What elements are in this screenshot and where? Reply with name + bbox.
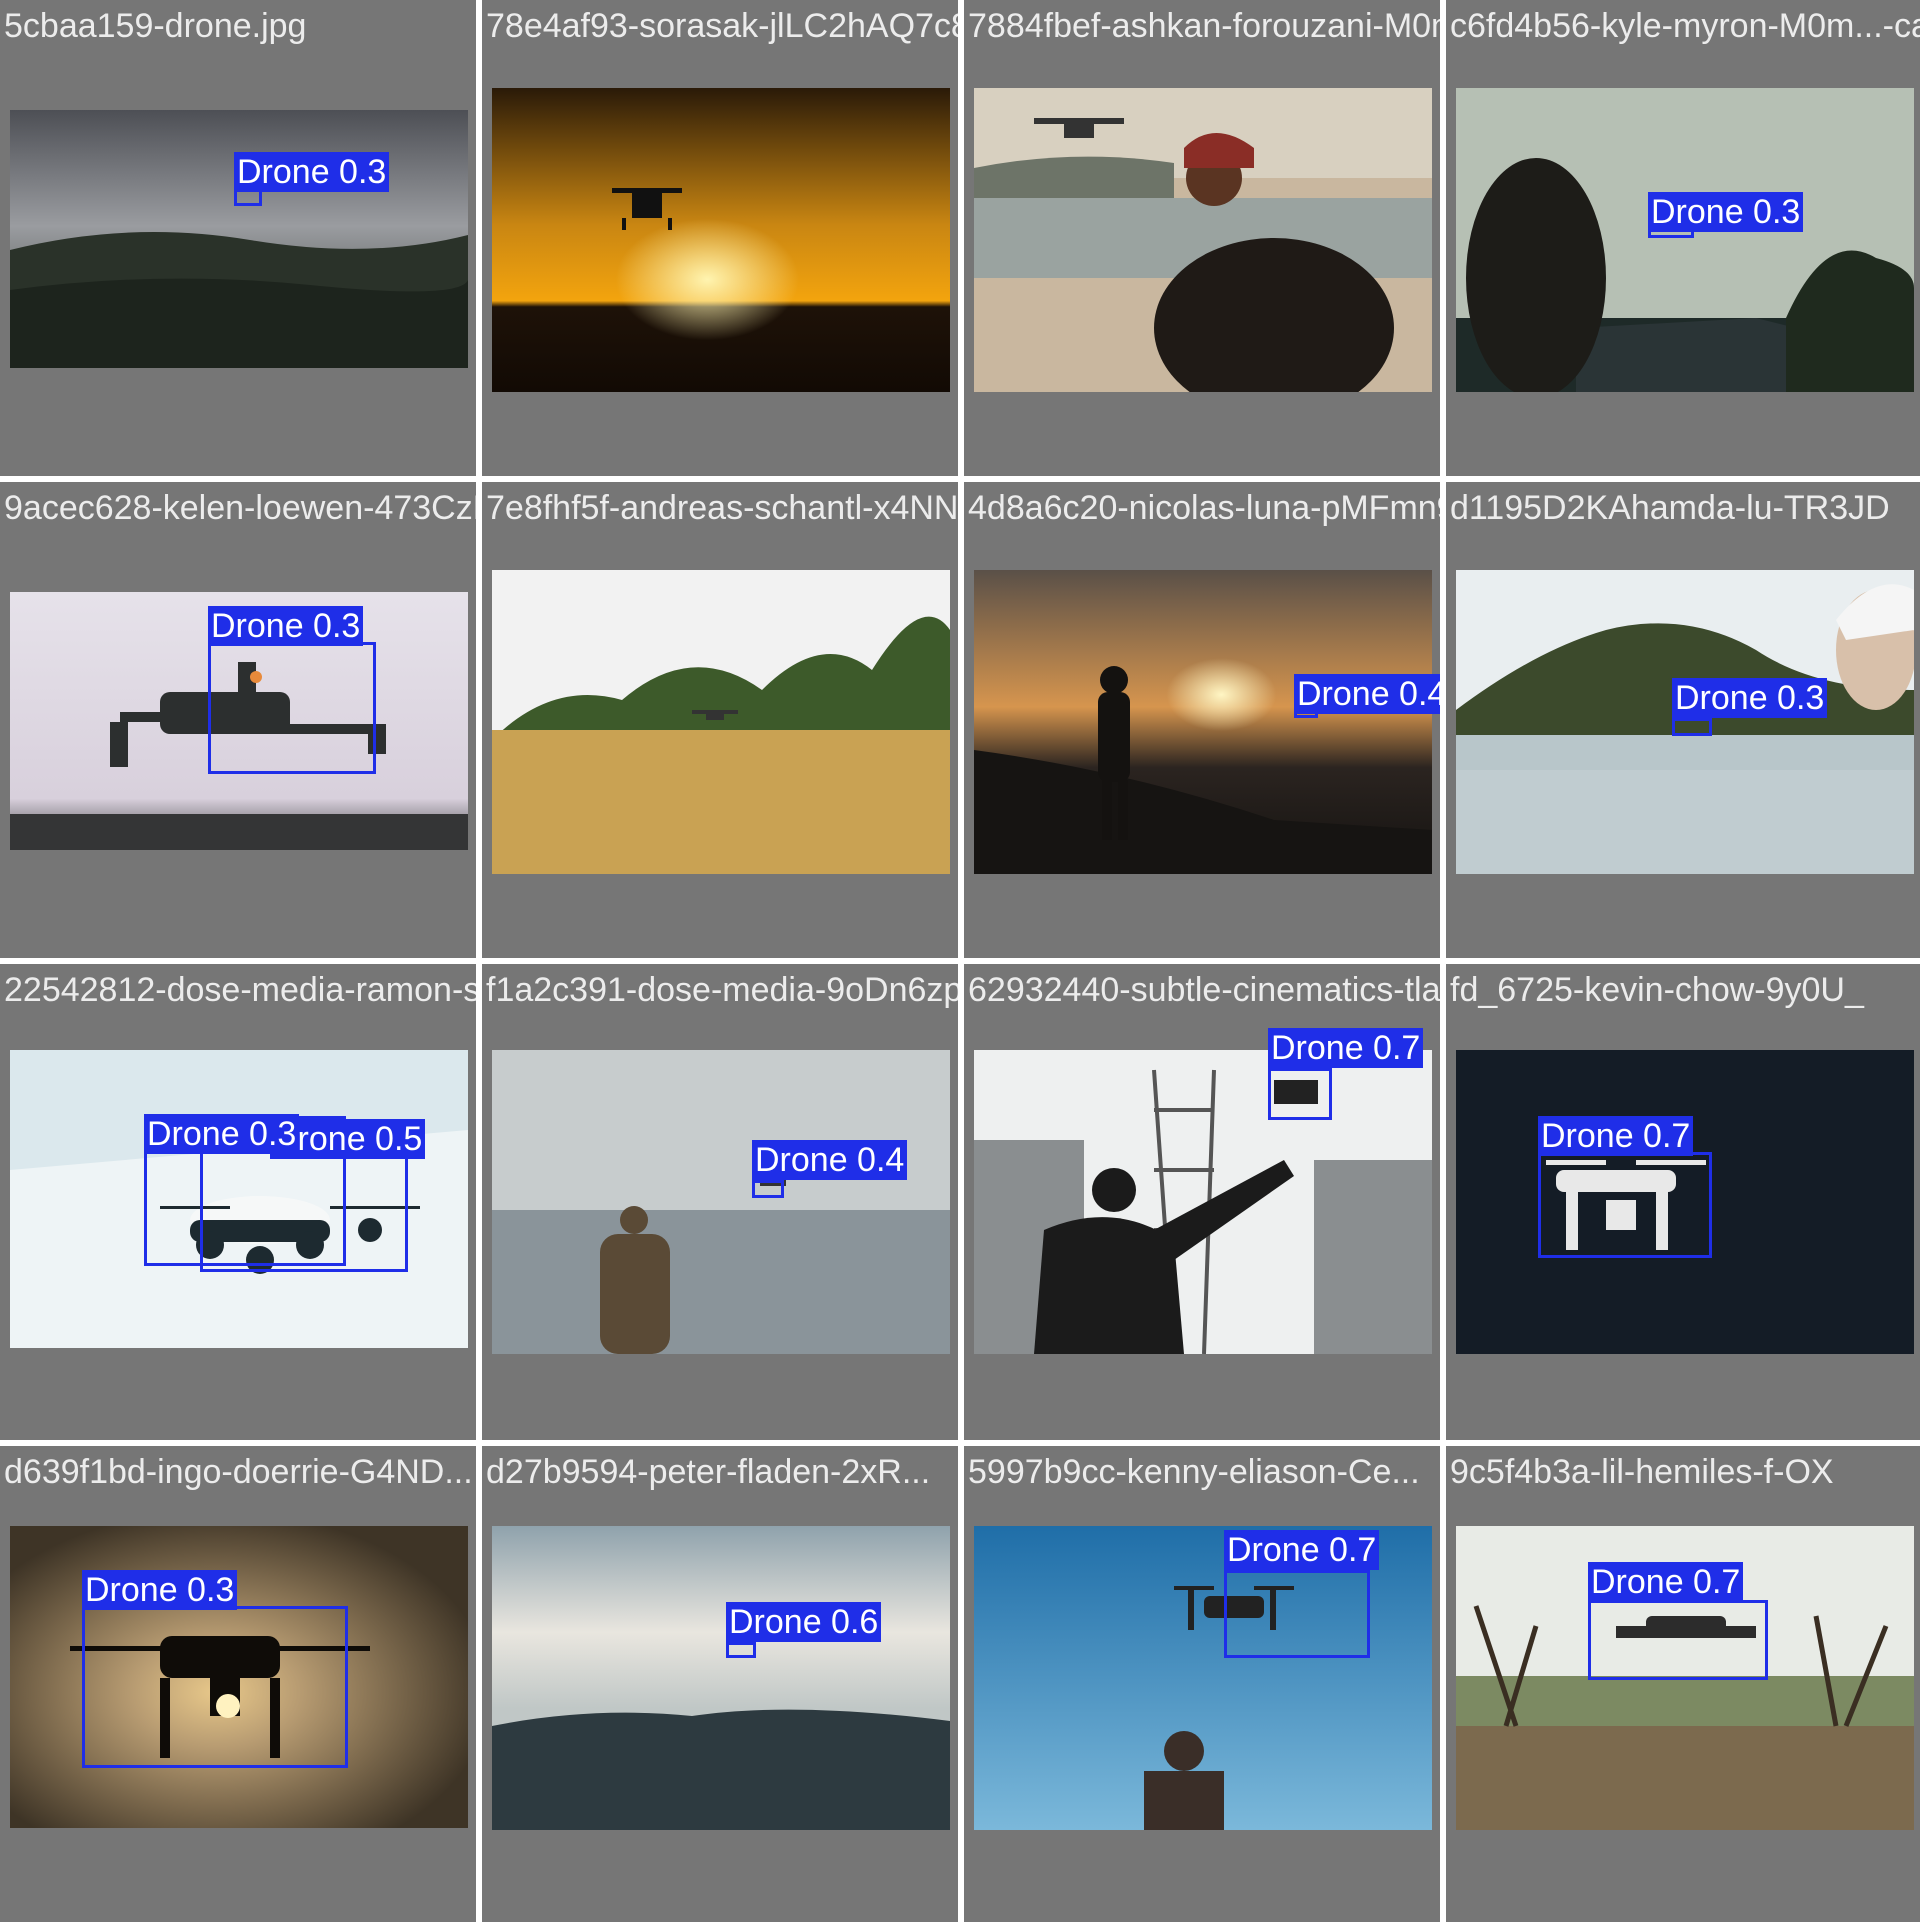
result-cell[interactable]: Drone 0.4 f1a2c391-dose-media-9oDn6zpd-u… <box>482 964 958 1440</box>
result-cell[interactable]: Drone 0.3 d1195D2KAhamda-lu-TR3JD <box>1446 482 1920 958</box>
result-cell[interactable]: Drone 0.5 Drone 0.3 22542812-dose-media-… <box>0 964 476 1440</box>
detection-label: Drone 0.3 <box>234 152 390 192</box>
drone-photo <box>1456 88 1914 392</box>
image-filename: 9c5f4b3a-lil-hemiles-f-OX <box>1450 1453 1834 1491</box>
image-filename: d1195D2KAhamda-lu-TR3JD <box>1450 489 1890 527</box>
detection-box[interactable] <box>1588 1600 1768 1680</box>
detection-box[interactable] <box>1672 718 1712 736</box>
detection-label: Drone 0.7 <box>1588 1562 1744 1602</box>
detection-box[interactable] <box>752 1180 784 1198</box>
detection-box[interactable] <box>82 1606 348 1768</box>
detection-label: Drone 0.6 <box>726 1602 882 1642</box>
result-cell[interactable]: Drone 0.3 c6fd4b56-kyle-myron-M0m...-cal… <box>1446 0 1920 476</box>
detection-box[interactable] <box>1538 1152 1712 1258</box>
drone-photo <box>492 1050 950 1354</box>
result-cell[interactable]: Drone 0.3 9acec628-kelen-loewen-473CzB74… <box>0 482 476 958</box>
image-filename: 9acec628-kelen-loewen-473CzB74PWI-unspla… <box>4 489 476 527</box>
image-filename: 5cbaa159-drone.jpg <box>4 7 307 45</box>
drone-photo <box>492 570 950 874</box>
result-cell[interactable]: Drone 0.6 d27b9594-peter-fladen-2xR... <box>482 1446 958 1922</box>
detection-label: Drone 0.3 <box>1672 678 1828 718</box>
image-filename: 7e8fhf5f-andreas-schantl-x4NN6XE54Ac-uns… <box>486 489 958 527</box>
detection-label: Drone 0.7 <box>1224 1530 1380 1570</box>
drone-photo <box>10 110 468 368</box>
detection-label: Drone 0.4 <box>752 1140 908 1180</box>
detection-label: Drone 0.3 <box>208 606 364 646</box>
detection-box[interactable] <box>1224 1570 1370 1658</box>
result-cell[interactable]: Drone 0.7 9c5f4b3a-lil-hemiles-f-OX <box>1446 1446 1920 1922</box>
drone-photo <box>974 1050 1432 1354</box>
result-cell[interactable]: Drone 0.7 fd_6725-kevin-chow-9y0U_ <box>1446 964 1920 1440</box>
detection-label: Drone 0.3 <box>82 1570 238 1610</box>
image-filename: 78e4af93-sorasak-jlLC2hAQ7c8-unsplash.jp… <box>486 7 958 45</box>
result-cell[interactable]: Drone 0.7 5997b9cc-kenny-eliason-Ce... <box>964 1446 1440 1922</box>
detection-box[interactable] <box>1268 1068 1332 1120</box>
result-cell[interactable]: Drone 0.3 5cbaa159-drone.jpg <box>0 0 476 476</box>
detection-label: Drone 0.4 <box>1294 674 1440 714</box>
detection-results-grid: Drone 0.3 5cbaa159-drone.jpg 78e4af93-so… <box>0 0 1920 1922</box>
result-cell[interactable]: 7884fbef-ashkan-forouzani-M0mVu2983xA-un… <box>964 0 1440 476</box>
image-filename: 22542812-dose-media-ramon-salinero... <box>4 971 476 1009</box>
image-filename: 7884fbef-ashkan-forouzani-M0mVu2983xA-un… <box>968 7 1440 45</box>
drone-photo <box>492 1526 950 1830</box>
result-cell[interactable]: Drone 0.3 d639f1bd-ingo-doerrie-G4ND... <box>0 1446 476 1922</box>
image-filename: f1a2c391-dose-media-9oDn6zpd-unsplash <box>486 971 958 1009</box>
image-filename: c6fd4b56-kyle-myron-M0m...-caleb-woods-j… <box>1450 7 1920 45</box>
detection-label: Drone 0.3 <box>1648 192 1804 232</box>
result-cell[interactable]: Drone 0.4 4d8a6c20-nicolas-luna-pMFmn9Dz… <box>964 482 1440 958</box>
image-filename: fd_6725-kevin-chow-9y0U_ <box>1450 971 1864 1009</box>
detection-box[interactable] <box>208 642 376 774</box>
result-cell[interactable]: 7e8fhf5f-andreas-schantl-x4NN6XE54Ac-uns… <box>482 482 958 958</box>
detection-label: Drone 0.3 <box>144 1114 300 1154</box>
detection-label: Drone 0.7 <box>1268 1028 1424 1068</box>
image-filename: d27b9594-peter-fladen-2xR... <box>486 1453 931 1491</box>
drone-photo <box>974 570 1432 874</box>
image-filename: d639f1bd-ingo-doerrie-G4ND... <box>4 1453 473 1491</box>
image-filename: 5997b9cc-kenny-eliason-Ce... <box>968 1453 1420 1491</box>
result-cell[interactable]: 78e4af93-sorasak-jlLC2hAQ7c8-unsplash.jp… <box>482 0 958 476</box>
detection-box[interactable] <box>200 1148 408 1272</box>
detection-box[interactable] <box>726 1642 756 1658</box>
drone-photo <box>492 88 950 392</box>
image-filename: 4d8a6c20-nicolas-luna-pMFmn9Dzr5Q-unspla… <box>968 489 1440 527</box>
detection-label: Drone 0.7 <box>1538 1116 1694 1156</box>
image-filename: 62932440-subtle-cinematics-tla6725-P46Y.… <box>968 971 1440 1009</box>
result-cell[interactable]: Drone 0.7 62932440-subtle-cinematics-tla… <box>964 964 1440 1440</box>
drone-photo <box>974 88 1432 392</box>
